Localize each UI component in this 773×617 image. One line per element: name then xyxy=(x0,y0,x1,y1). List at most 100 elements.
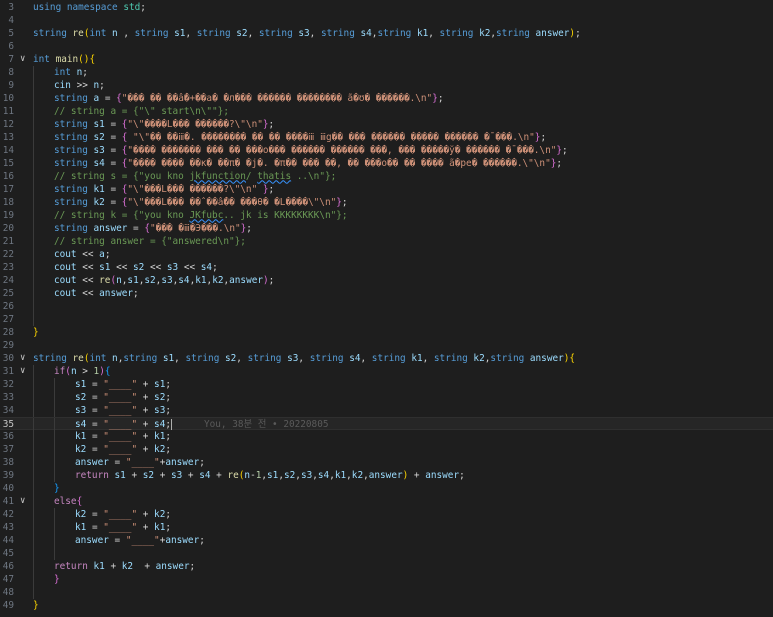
code-token: s1 xyxy=(267,469,279,481)
code-text: string a = {"��� �� ��ấ�+��a� �л��� ����… xyxy=(54,92,444,105)
indent-guide xyxy=(33,403,34,417)
code-line-3[interactable]: 3 using namespace std; xyxy=(0,1,773,14)
code-token: string xyxy=(247,352,288,364)
code-token: "____" xyxy=(103,430,138,442)
code-token: ; xyxy=(540,131,547,143)
line-number: 21 xyxy=(2,235,14,247)
code-line-16[interactable]: 16 // string s = {"you kno jkfunction/ th… xyxy=(0,169,773,183)
code-line-13[interactable]: 13 string s2 = { "\"�� ��ⅲ�. �������� �� … xyxy=(0,130,773,144)
code-line-37[interactable]: 37 k2 = "____" + k2; xyxy=(0,442,773,456)
code-line-6[interactable]: 6 xyxy=(0,40,773,53)
code-token: ; xyxy=(459,469,465,481)
code-line-40[interactable]: 40} xyxy=(0,481,773,495)
code-line-32[interactable]: 32 s1 = "____" + s1; xyxy=(0,377,773,391)
code-token: , xyxy=(174,352,186,364)
code-line-27[interactable]: 27 xyxy=(0,312,773,326)
code-line-41[interactable]: 41 ∨ else{ xyxy=(0,494,773,508)
code-line-5[interactable]: 5 string re(int n , string s1, string s2,… xyxy=(0,27,773,40)
indent-guide xyxy=(33,520,34,534)
code-line-28[interactable]: 28} xyxy=(0,326,773,339)
code-line-33[interactable]: 33 s2 = "____" + s2; xyxy=(0,390,773,404)
code-line-35[interactable]: 35 s4 = "____" + s4; You, 38분 전 • 20220805 xyxy=(0,416,773,431)
code-token: s4 xyxy=(360,27,372,39)
code-line-4[interactable]: 4 xyxy=(0,14,773,27)
code-line-25[interactable]: 25 cout << answer; xyxy=(0,286,773,300)
code-line-15[interactable]: 15 string s4 = {"���� ���� ��ĸ� ��π� �j�.… xyxy=(0,156,773,170)
code-token: , xyxy=(247,27,259,39)
code-line-7[interactable]: 7 ∨ int main(){ xyxy=(0,53,773,66)
code-line-34[interactable]: 34 s3 = "____" + s3; xyxy=(0,403,773,417)
code-token: answer xyxy=(99,287,134,299)
code-line-10[interactable]: 10 string a = {"��� �� ��ấ�+��a� �л��� ��… xyxy=(0,91,773,105)
line-number: 9 xyxy=(8,79,14,91)
line-number: 17 xyxy=(2,183,14,195)
code-line-29[interactable]: 29 xyxy=(0,339,773,352)
indent-guide xyxy=(33,377,34,391)
code-line-45[interactable]: 45 xyxy=(0,546,773,560)
code-token: << xyxy=(76,274,100,286)
code-editor[interactable]: 3 using namespace std; 4 5 string re(int n ,… xyxy=(0,0,773,617)
code-token: = xyxy=(86,391,104,403)
code-token: << xyxy=(178,261,201,273)
code-token: ; xyxy=(165,430,171,442)
code-line-9[interactable]: 9 cin >> n; xyxy=(0,78,773,92)
code-line-20[interactable]: 20 string answer = {"��� �ⅲ�Э���.\n"}; xyxy=(0,221,773,235)
fold-chevron-icon[interactable]: ∨ xyxy=(20,53,30,66)
code-line-18[interactable]: 18 string k2 = {"\"���L��� ��̂ ��ấ�� ���θ… xyxy=(0,195,773,209)
indent-guide xyxy=(54,533,55,547)
code-line-22[interactable]: 22 cout << a; xyxy=(0,247,773,261)
code-token: { xyxy=(76,495,83,507)
code-line-46[interactable]: 46 return k1 + k2 + answer; xyxy=(0,559,773,573)
code-text: // string k = {"you kno JKfubc.. jk is K… xyxy=(54,209,348,222)
code-line-42[interactable]: 42 k2 = "____" + k2; xyxy=(0,507,773,521)
fold-chevron-icon[interactable]: ∨ xyxy=(20,352,30,365)
code-line-12[interactable]: 12 string s1 = {"\"����L��� ������?\"\n"}… xyxy=(0,117,773,131)
line-number: 23 xyxy=(2,261,14,273)
code-text: } xyxy=(54,482,60,495)
code-line-24[interactable]: 24 cout << re(n,s1,s2,s3,s4,k1,k2,answer)… xyxy=(0,273,773,287)
code-token: , xyxy=(117,27,135,39)
indent-guide xyxy=(54,377,55,391)
line-number: 10 xyxy=(2,92,14,104)
code-line-43[interactable]: 43 k1 = "____" + k1; xyxy=(0,520,773,534)
indent-guide xyxy=(33,91,34,105)
code-line-44[interactable]: 44 answer = "____"+answer; xyxy=(0,533,773,547)
code-token: s3 xyxy=(170,469,183,481)
code-line-8[interactable]: 8 int n; xyxy=(0,65,773,79)
code-line-21[interactable]: 21 // string answer = {"answered\n"}; xyxy=(0,234,773,248)
code-line-14[interactable]: 14 string s3 = {"���� ������� ��� �� ���o… xyxy=(0,143,773,157)
code-line-26[interactable]: 26 xyxy=(0,299,773,313)
code-line-47[interactable]: 47} xyxy=(0,572,773,586)
code-line-31[interactable]: 31 ∨ if(n > 1){ xyxy=(0,364,773,378)
code-text: string s3 = {"���� ������� ��� �� ���o��… xyxy=(54,144,568,157)
indent-guide xyxy=(33,104,34,118)
code-line-48[interactable]: 48 xyxy=(0,585,773,599)
git-blame-annotation: You, 38분 전 • 20220805 xyxy=(204,418,329,430)
fold-chevron-icon[interactable]: ∨ xyxy=(20,495,30,508)
code-token: thatis xyxy=(257,170,292,182)
code-token: + xyxy=(137,404,155,416)
code-token: + xyxy=(210,469,228,481)
indent-guide xyxy=(33,195,34,209)
code-text: string k2 = {"\"���L��� ��̂ ��ấ�� ���θ� … xyxy=(54,196,348,209)
line-number: 22 xyxy=(2,248,14,260)
code-token: "____" xyxy=(103,404,138,416)
code-line-17[interactable]: 17 string k1 = {"\"���L��� ������?\"\n" }… xyxy=(0,182,773,196)
code-line-49[interactable]: 49} xyxy=(0,599,773,612)
indent-guide xyxy=(54,403,55,417)
code-line-30[interactable]: 30 ∨ string re(int n,string s1, string s2,… xyxy=(0,352,773,365)
code-token: ; xyxy=(140,1,146,13)
code-token: answer xyxy=(425,469,460,481)
code-token: int xyxy=(33,53,56,65)
code-line-19[interactable]: 19 // string k = {"you kno JKfubc.. jk is… xyxy=(0,208,773,222)
code-line-11[interactable]: 11 // string a = {"\" start\n\""}; xyxy=(0,104,773,118)
code-line-38[interactable]: 38 answer = "____"+answer; xyxy=(0,455,773,469)
code-token: string xyxy=(54,144,94,156)
indent-guide xyxy=(54,520,55,534)
code-line-23[interactable]: 23 cout << s1 << s2 << s3 << s4; xyxy=(0,260,773,274)
code-line-36[interactable]: 36 k1 = "____" + k1; xyxy=(0,429,773,443)
code-token: k1 xyxy=(416,27,429,39)
code-line-39[interactable]: 39 return s1 + s2 + s3 + s4 + re(n-1,s1,s… xyxy=(0,468,773,482)
indent-guide xyxy=(54,455,55,469)
fold-chevron-icon[interactable]: ∨ xyxy=(20,365,30,378)
